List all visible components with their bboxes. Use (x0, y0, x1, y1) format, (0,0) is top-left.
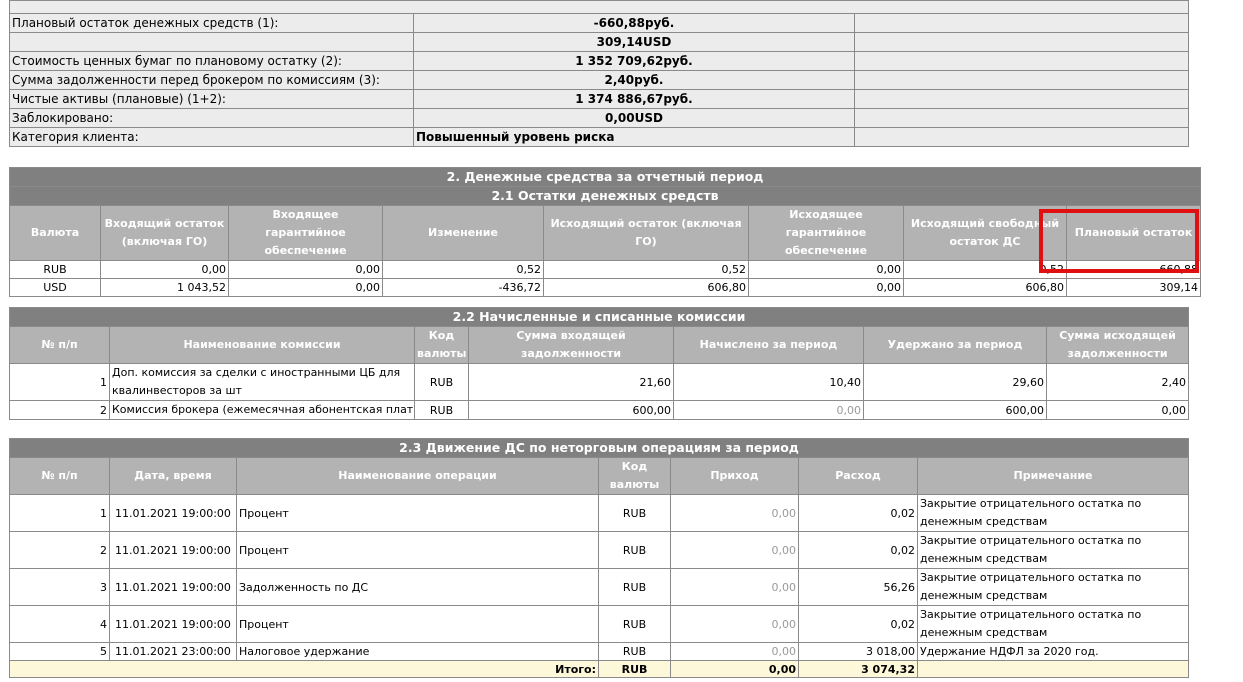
column-header: Сумма входящей задолженности (468, 326, 674, 364)
table-row: 1 11.01.2021 19:00:00 Процент RUB 0,00 0… (9, 494, 1190, 532)
column-header-planned-balance: Плановый остаток (1065, 205, 1202, 261)
table-row: 5 11.01.2021 23:00:00 Налоговое удержани… (9, 642, 1190, 661)
column-header: Расход (798, 457, 918, 495)
summary-row: Категория клиента: Повышенный уровень ри… (9, 127, 1190, 147)
column-header: Удержано за период (863, 326, 1047, 364)
column-header: Начислено за период (673, 326, 864, 364)
total-row: Итого: RUB 0,00 3 074,32 (9, 660, 1190, 678)
non-trade-operations-table: 2.3 Движение ДС по неторговым операциям … (8, 438, 1190, 678)
column-header: Код валюты (598, 457, 671, 495)
summary-row: Чистые активы (плановые) (1+2): 1 374 88… (9, 89, 1190, 109)
column-header: Код валюты (414, 326, 469, 364)
column-header: Примечание (916, 457, 1190, 495)
column-header: № п/п (9, 457, 110, 495)
section-title: 2. Денежные средства за отчетный период (8, 167, 1202, 187)
column-header: Исходящий свободный остаток ДС (903, 205, 1067, 261)
column-header: Сумма исходящей задолженности (1045, 326, 1190, 364)
column-header: Исходящий остаток (включая ГО) (543, 205, 749, 261)
commissions-table: 2.2 Начисленные и списанные комиссии № п… (8, 307, 1190, 420)
column-header: Входящее гарантийное обеспечение (228, 205, 383, 261)
summary-row: 309,14USD (9, 32, 1190, 52)
total-label: Итого: (9, 660, 599, 678)
column-header: Валюта (9, 205, 101, 261)
table-row: 3 11.01.2021 19:00:00 Задолженность по Д… (9, 568, 1190, 606)
column-header: Дата, время (109, 457, 237, 495)
table-row: 2 Комиссия брокера (ежемесячная абонентс… (9, 400, 1190, 420)
table-row: USD 1 043,52 0,00 -436,72 606,80 0,00 60… (9, 278, 1202, 297)
summary-row: Заблокировано: 0,00USD (9, 108, 1190, 128)
column-header: Приход (670, 457, 799, 495)
table-row: RUB 0,00 0,00 0,52 0,52 0,00 0,52 -660,8… (9, 260, 1202, 279)
subsection-title: 2.2 Начисленные и списанные комиссии (8, 307, 1190, 327)
column-header: Входящий остаток (включая ГО) (100, 205, 229, 261)
column-header: Наименование комиссии (109, 326, 415, 364)
column-header: № п/п (9, 326, 110, 364)
subsection-title: 2.1 Остатки денежных средств (8, 186, 1202, 206)
cash-balances-table: 2. Денежные средства за отчетный период … (8, 167, 1202, 297)
account-summary-table: Плановый остаток денежных средств (1): -… (8, 0, 1190, 147)
column-header: Наименование операции (236, 457, 599, 495)
summary-row: Плановый остаток денежных средств (1): -… (9, 13, 1190, 33)
subsection-title: 2.3 Движение ДС по неторговым операциям … (8, 438, 1190, 458)
table-row: 2 11.01.2021 19:00:00 Процент RUB 0,00 0… (9, 531, 1190, 569)
summary-row: Сумма задолженности перед брокером по ко… (9, 70, 1190, 90)
summary-row: Стоимость ценных бумаг по плановому оста… (9, 51, 1190, 71)
column-header: Исходящее гарантийное обеспечение (748, 205, 904, 261)
column-header: Изменение (382, 205, 544, 261)
table-row: 1 Доп. комиссия за сделки с иностранными… (9, 363, 1190, 401)
table-row: 4 11.01.2021 19:00:00 Процент RUB 0,00 0… (9, 605, 1190, 643)
